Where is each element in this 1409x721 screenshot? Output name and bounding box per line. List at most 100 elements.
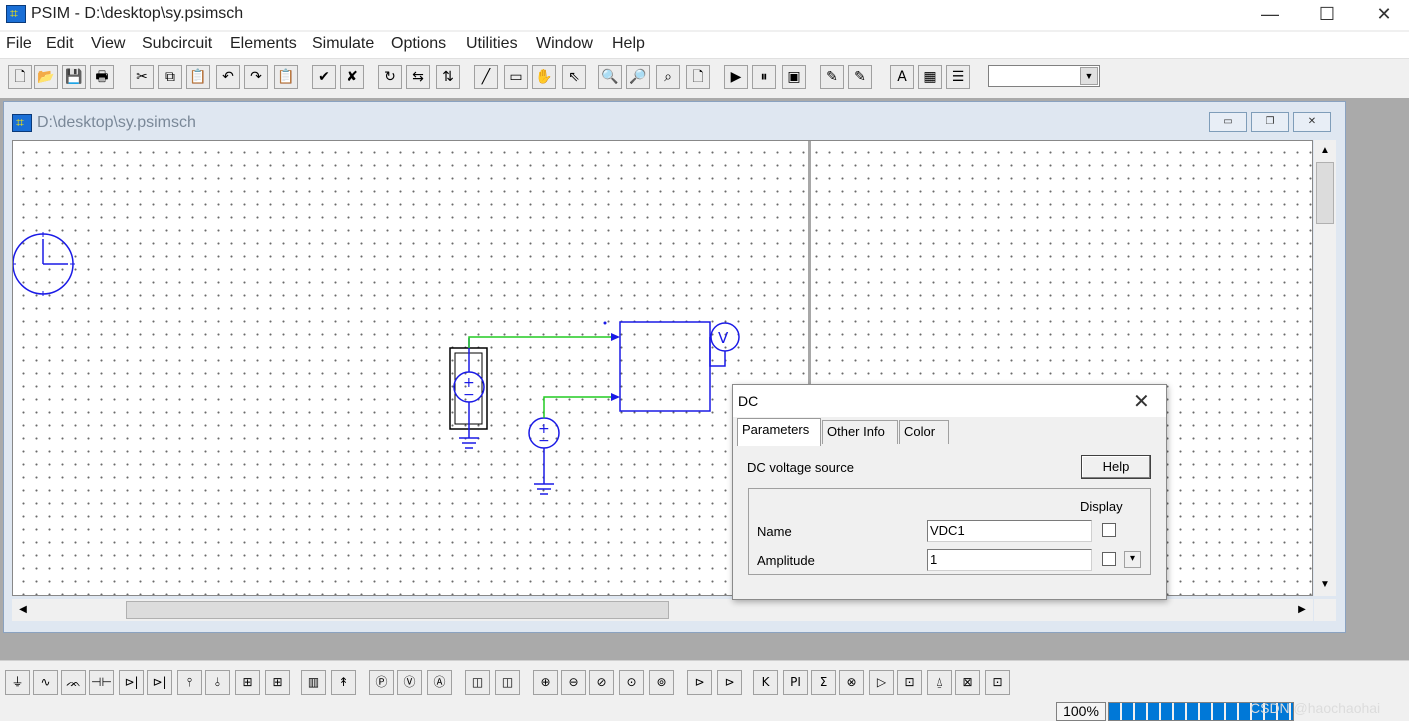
vertical-scrollbar[interactable]: ▲ ▼ [1314,140,1336,596]
menu-help[interactable]: Help [612,35,645,53]
child-minimize-button[interactable]: ▭ [1209,112,1247,132]
inductor-icon[interactable]: ᨏ [61,670,86,695]
maximize-button[interactable]: ☐ [1304,2,1350,28]
horizontal-scrollbar[interactable]: ◀ ▶ [12,599,1313,621]
multiplier-icon[interactable]: ⊗ [839,670,864,695]
menu-window[interactable]: Window [536,35,593,53]
run-simulation-icon[interactable]: ▶ [724,65,748,89]
voltmeter-icon[interactable]: Ⓥ [397,670,422,695]
page-icon[interactable]: 🗋 [686,65,710,89]
copy-icon[interactable]: ⧉ [158,65,182,89]
select-icon[interactable]: ⇖ [562,65,586,89]
tab-other-info[interactable]: Other Info [822,420,898,444]
ac-source-icon[interactable]: ⊖ [561,670,586,695]
scope-icon[interactable]: ◫ [465,670,490,695]
subcircuit-block[interactable] [619,321,711,412]
tab-color[interactable]: Color [899,420,949,444]
vertical-scroll-thumb[interactable] [1316,162,1334,224]
capacitor-icon[interactable]: ⊣⊢ [89,670,114,695]
resistor-icon[interactable]: ∿ [33,670,58,695]
child-restore-button[interactable]: ❐ [1251,112,1289,132]
block-a-icon[interactable]: ⊠ [955,670,980,695]
redo-icon[interactable]: ↷ [244,65,268,89]
menu-file[interactable]: File [6,35,32,53]
new-icon[interactable]: 🗋 [8,65,32,89]
limiter-icon[interactable]: ⊳ [717,670,742,695]
ammeter-icon[interactable]: Ⓐ [427,670,452,695]
summer-icon[interactable]: Σ [811,670,836,695]
scroll-left-icon[interactable]: ◀ [13,600,33,620]
clipboard-icon[interactable]: 📋 [274,65,298,89]
menu-view[interactable]: View [91,35,125,53]
pause-simulation-icon[interactable]: ⏸ [752,65,776,89]
thyristor-icon[interactable]: ⊳| [147,670,172,695]
resize-grip-icon[interactable] [1314,599,1336,621]
probe-tip-icon[interactable]: ⍙ [927,670,952,695]
transformer-icon[interactable]: ▥ [301,670,326,695]
save-icon[interactable]: 💾 [62,65,86,89]
igbt-icon[interactable]: ⫯ [177,670,202,695]
horizontal-scroll-thumb[interactable] [126,601,669,619]
menu-utilities[interactable]: Utilities [466,35,518,53]
print-icon[interactable]: 🖶 [90,65,114,89]
step-source-icon[interactable]: ⊙ [619,670,644,695]
flip-tb-icon[interactable]: ⇅ [436,65,460,89]
menu-edit[interactable]: Edit [46,35,74,53]
transfer-fn-icon[interactable]: ⊡ [897,670,922,695]
dc-source-icon[interactable]: ⊕ [533,670,558,695]
switch-a-icon[interactable]: ⊞ [235,670,260,695]
probe-multi-icon[interactable]: ✎ [848,65,872,89]
amplitude-field[interactable]: 1 [927,549,1092,571]
source-arrow-icon[interactable]: ↟ [331,670,356,695]
ground-icon[interactable]: ⏚ [5,670,30,695]
close-button[interactable]: ✕ [1361,2,1407,28]
parameter-icon[interactable]: ▦ [918,65,942,89]
check-icon[interactable]: ✔ [312,65,336,89]
diode-icon[interactable]: ⊳| [119,670,144,695]
block-b-icon[interactable]: ⊡ [985,670,1010,695]
zoom-in-icon[interactable]: 🔍 [598,65,622,89]
switch-b-icon[interactable]: ⊞ [265,670,290,695]
menu-subcircuit[interactable]: Subcircuit [142,35,212,53]
op-amp-icon[interactable]: ▷ [869,670,894,695]
text-icon[interactable]: A [890,65,914,89]
menu-simulate[interactable]: Simulate [312,35,374,53]
zoom-fit-icon[interactable]: ⌕ [656,65,680,89]
undo-icon[interactable]: ↶ [216,65,240,89]
child-close-button[interactable]: ✕ [1293,112,1331,132]
scope-b-icon[interactable]: ◫ [495,670,520,695]
amplitude-dropdown-icon[interactable]: ▾ [1124,551,1141,568]
mosfet-icon[interactable]: ⫰ [205,670,230,695]
dialog-close-button[interactable]: ✕ [1133,389,1150,414]
probe-icon[interactable]: ✎ [820,65,844,89]
wire-icon[interactable]: ╱ [474,65,498,89]
menu-elements[interactable]: Elements [230,35,297,53]
name-display-checkbox[interactable] [1102,523,1116,537]
triangle-source-icon[interactable]: ⊚ [649,670,674,695]
comparator-icon[interactable]: ⊳ [687,670,712,695]
square-source-icon[interactable]: ⊘ [589,670,614,695]
minimize-button[interactable]: — [1247,2,1293,28]
name-field[interactable]: VDC1 [927,520,1092,542]
gain-icon[interactable]: K [753,670,778,695]
meter-a-icon[interactable]: Ⓟ [369,670,394,695]
rotate-icon[interactable]: ↻ [378,65,402,89]
scroll-up-icon[interactable]: ▲ [1315,141,1335,161]
scroll-down-icon[interactable]: ▼ [1315,575,1335,595]
list-icon[interactable]: ☰ [946,65,970,89]
scroll-right-icon[interactable]: ▶ [1292,600,1312,620]
menu-options[interactable]: Options [391,35,446,53]
zoom-out-icon[interactable]: 🔎 [626,65,650,89]
help-button[interactable]: Help [1081,455,1151,479]
pan-icon[interactable]: ✋ [532,65,556,89]
label-icon[interactable]: ▭ [504,65,528,89]
flip-lr-icon[interactable]: ⇆ [406,65,430,89]
amplitude-display-checkbox[interactable] [1102,552,1116,566]
toolbar-combo[interactable]: ▼ [988,65,1100,87]
pi-controller-icon[interactable]: PI [783,670,808,695]
cancel-icon[interactable]: ✘ [340,65,364,89]
tab-parameters[interactable]: Parameters [737,418,821,446]
paste-icon[interactable]: 📋 [186,65,210,89]
simview-icon[interactable]: ▣ [782,65,806,89]
cut-icon[interactable]: ✂ [130,65,154,89]
